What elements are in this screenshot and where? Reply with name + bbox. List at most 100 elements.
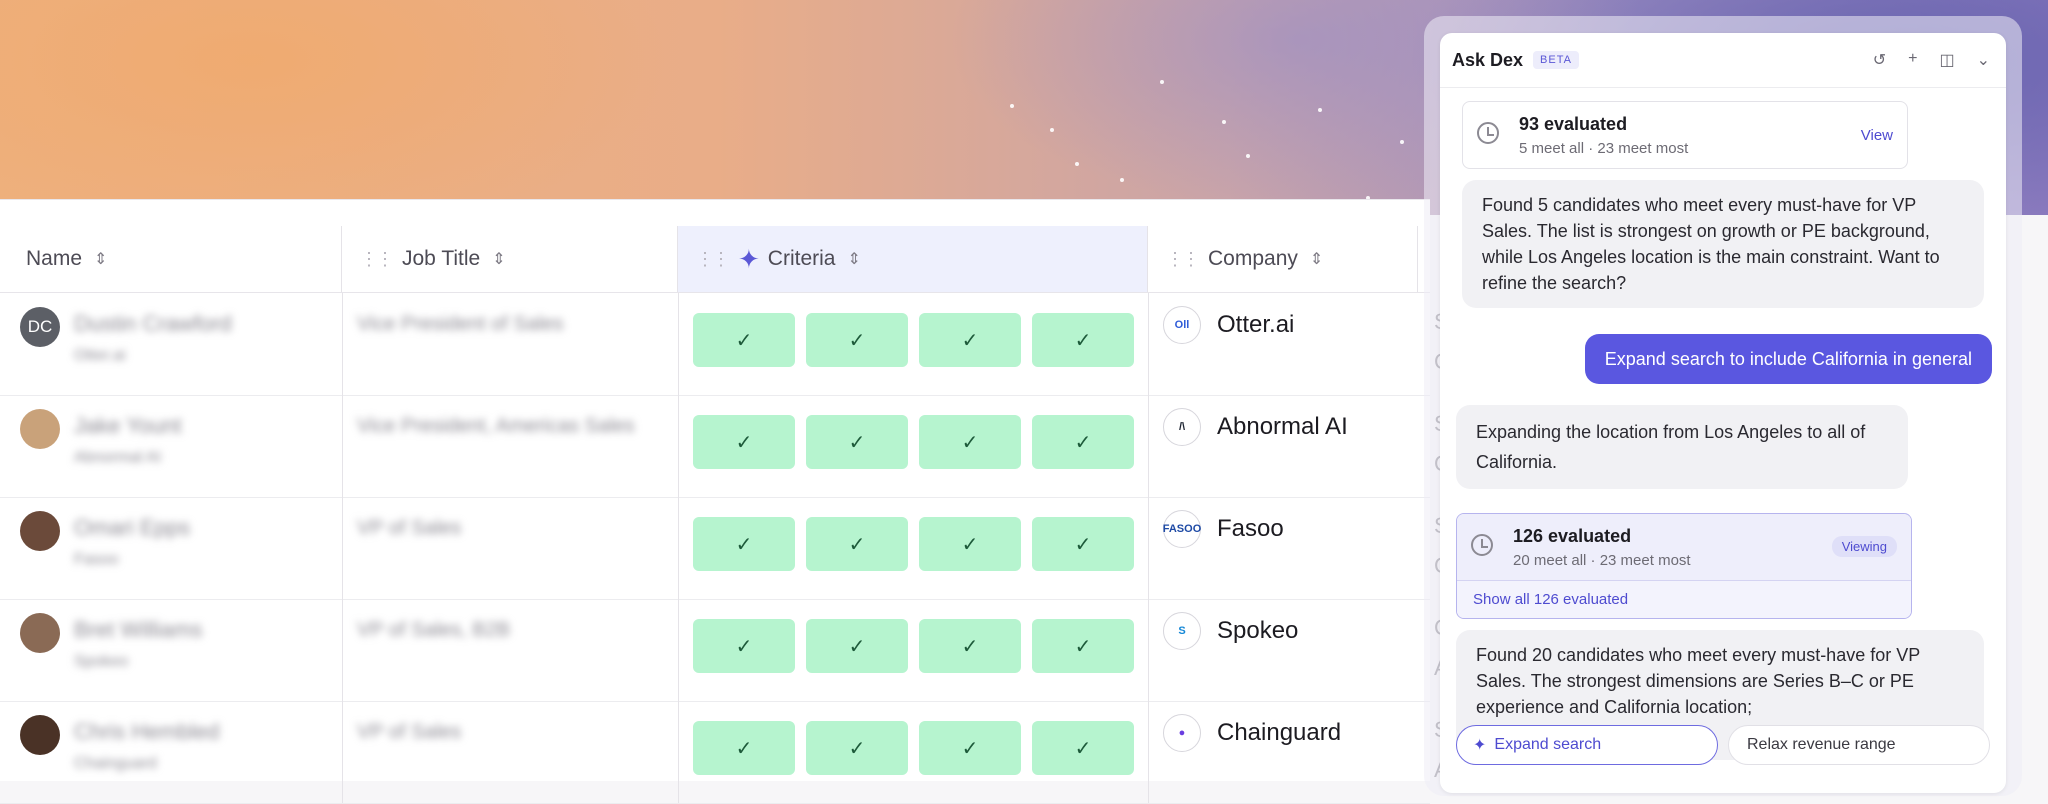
drag-handle-icon[interactable]: ⋮⋮: [360, 249, 394, 270]
job-title: VP of Sales: [357, 517, 462, 539]
criteria-met-check[interactable]: ✓: [1032, 313, 1134, 367]
company-cell: ● Chainguard: [1148, 701, 1419, 803]
criteria-met-check[interactable]: ✓: [919, 313, 1021, 367]
criteria-met-check[interactable]: ✓: [1032, 619, 1134, 673]
company-logo: /\: [1163, 408, 1201, 446]
table-row[interactable]: Omari Epps Fasoo VP of Sales ✓ ✓ ✓ ✓ FASOO …: [0, 497, 1450, 600]
candidate-company: Fasoo: [74, 551, 119, 568]
criteria-cell: ✓ ✓ ✓ ✓: [678, 701, 1149, 803]
check-icon: ✓: [1074, 737, 1092, 760]
avatar: [20, 613, 60, 653]
table-row[interactable]: DC Dustin Crawford Otter.ai Vice Preside…: [0, 293, 1450, 396]
history-icon[interactable]: ↺: [1873, 50, 1886, 70]
sidebar-toggle-icon[interactable]: ◫: [1939, 50, 1954, 70]
company-logo: ●: [1163, 714, 1201, 752]
job-title: VP of Sales, B2B: [357, 619, 511, 641]
company-cell: Oll Otter.ai: [1148, 293, 1419, 395]
criteria-met-check[interactable]: ✓: [1032, 721, 1134, 775]
job-title-cell: VP of Sales: [342, 701, 679, 803]
company-name[interactable]: Spokeo: [1217, 617, 1298, 645]
check-icon: ✓: [848, 431, 866, 454]
candidate-table: Name ⇕ ⋮⋮ Job Title ⇕ ⋮⋮ ✦ Criteria ⇕ ⋮⋮…: [0, 199, 1450, 804]
avatar: [20, 409, 60, 449]
check-icon: ✓: [961, 737, 979, 760]
criteria-met-check[interactable]: ✓: [806, 619, 908, 673]
criteria-met-check[interactable]: ✓: [693, 721, 795, 775]
criteria-met-check[interactable]: ✓: [693, 517, 795, 571]
clock-icon: [1471, 534, 1493, 556]
plus-icon[interactable]: +: [1908, 50, 1917, 70]
candidate-name[interactable]: Bret Williams: [74, 617, 202, 643]
sparkle-icon: ✦: [1473, 737, 1487, 754]
criteria-cell: ✓ ✓ ✓ ✓: [678, 599, 1149, 701]
evaluation-card[interactable]: 93 evaluated 5 meet all · 23 meet most V…: [1462, 101, 1908, 169]
column-header-criteria[interactable]: ⋮⋮ ✦ Criteria ⇕: [678, 226, 1148, 292]
expand-search-chip[interactable]: ✦ Expand search: [1456, 725, 1718, 765]
sort-icon[interactable]: ⇕: [94, 249, 107, 269]
company-name[interactable]: Abnormal AI: [1217, 413, 1348, 441]
criteria-met-check[interactable]: ✓: [919, 619, 1021, 673]
candidate-name[interactable]: Jake Yount: [74, 413, 182, 439]
sort-icon[interactable]: ⇕: [492, 249, 505, 269]
name-cell: Jake Yount Abnormal AI: [0, 395, 342, 497]
sort-icon[interactable]: ⇕: [1310, 249, 1323, 269]
table-row[interactable]: Jake Yount Abnormal AI Vice President, A…: [0, 395, 1450, 498]
panel-header: Ask Dex BETA ↺ + ◫ ⌄: [1440, 33, 2006, 88]
job-title-cell: VP of Sales, B2B: [342, 599, 679, 701]
check-icon: ✓: [1074, 635, 1092, 658]
name-cell: Bret Williams Spokeo: [0, 599, 342, 701]
criteria-met-check[interactable]: ✓: [806, 517, 908, 571]
criteria-met-check[interactable]: ✓: [1032, 415, 1134, 469]
view-link[interactable]: View: [1861, 127, 1893, 144]
drag-handle-icon[interactable]: ⋮⋮: [696, 249, 730, 270]
company-name[interactable]: Otter.ai: [1217, 311, 1294, 339]
criteria-met-check[interactable]: ✓: [919, 721, 1021, 775]
criteria-met-check[interactable]: ✓: [693, 313, 795, 367]
criteria-met-check[interactable]: ✓: [806, 721, 908, 775]
candidate-name[interactable]: Chris Hembled: [74, 719, 220, 745]
job-title: Vice President, Americas Sales: [357, 415, 635, 437]
criteria-met-check[interactable]: ✓: [919, 517, 1021, 571]
candidate-company: Chainguard: [74, 755, 157, 772]
check-icon: ✓: [735, 431, 753, 454]
column-header-name[interactable]: Name ⇕: [0, 226, 342, 292]
table-row[interactable]: Chris Hembled Chainguard VP of Sales ✓ ✓ ✓…: [0, 701, 1449, 804]
relax-revenue-chip[interactable]: Relax revenue range: [1728, 725, 1990, 765]
sort-icon[interactable]: ⇕: [847, 249, 860, 269]
check-icon: ✓: [848, 737, 866, 760]
criteria-cell: ✓ ✓ ✓ ✓: [678, 497, 1149, 599]
criteria-met-check[interactable]: ✓: [919, 415, 1021, 469]
table-row[interactable]: Bret Williams Spokeo VP of Sales, B2B ✓ ✓…: [0, 599, 1450, 702]
criteria-met-check[interactable]: ✓: [693, 619, 795, 673]
drag-handle-icon[interactable]: ⋮⋮: [1166, 249, 1200, 270]
avatar: [20, 511, 60, 551]
candidate-name[interactable]: Dustin Crawford: [74, 311, 232, 337]
panel-title: Ask Dex: [1452, 49, 1524, 70]
check-icon: ✓: [1074, 329, 1092, 352]
check-icon: ✓: [1074, 533, 1092, 556]
evaluation-card-active[interactable]: 126 evaluated 20 meet all · 23 meet most…: [1456, 513, 1912, 619]
criteria-cell: ✓ ✓ ✓ ✓: [678, 293, 1149, 395]
clock-icon: [1477, 122, 1499, 144]
job-title-cell: Vice President of Sales: [342, 293, 679, 395]
criteria-met-check[interactable]: ✓: [693, 415, 795, 469]
check-icon: ✓: [735, 329, 753, 352]
criteria-met-check[interactable]: ✓: [806, 313, 908, 367]
criteria-met-check[interactable]: ✓: [1032, 517, 1134, 571]
table-header: Name ⇕ ⋮⋮ Job Title ⇕ ⋮⋮ ✦ Criteria ⇕ ⋮⋮…: [0, 226, 1430, 293]
company-name[interactable]: Fasoo: [1217, 515, 1284, 543]
candidate-name[interactable]: Omari Epps: [74, 515, 190, 541]
company-cell: FASOO Fasoo: [1148, 497, 1419, 599]
candidate-company: Otter.ai: [74, 347, 126, 364]
chevron-down-icon[interactable]: ⌄: [1977, 50, 1990, 70]
job-title: VP of Sales: [357, 721, 462, 743]
column-header-job-title[interactable]: ⋮⋮ Job Title ⇕: [342, 226, 678, 292]
check-icon: ✓: [848, 533, 866, 556]
user-message: Expand search to include California in g…: [1584, 334, 1992, 384]
show-all-link[interactable]: Show all 126 evaluated: [1473, 591, 1628, 608]
company-name[interactable]: Chainguard: [1217, 719, 1341, 747]
name-cell: DC Dustin Crawford Otter.ai: [0, 293, 342, 395]
sparkle-icon: ✦: [738, 243, 760, 274]
criteria-met-check[interactable]: ✓: [806, 415, 908, 469]
column-header-company[interactable]: ⋮⋮ Company ⇕: [1148, 226, 1418, 292]
